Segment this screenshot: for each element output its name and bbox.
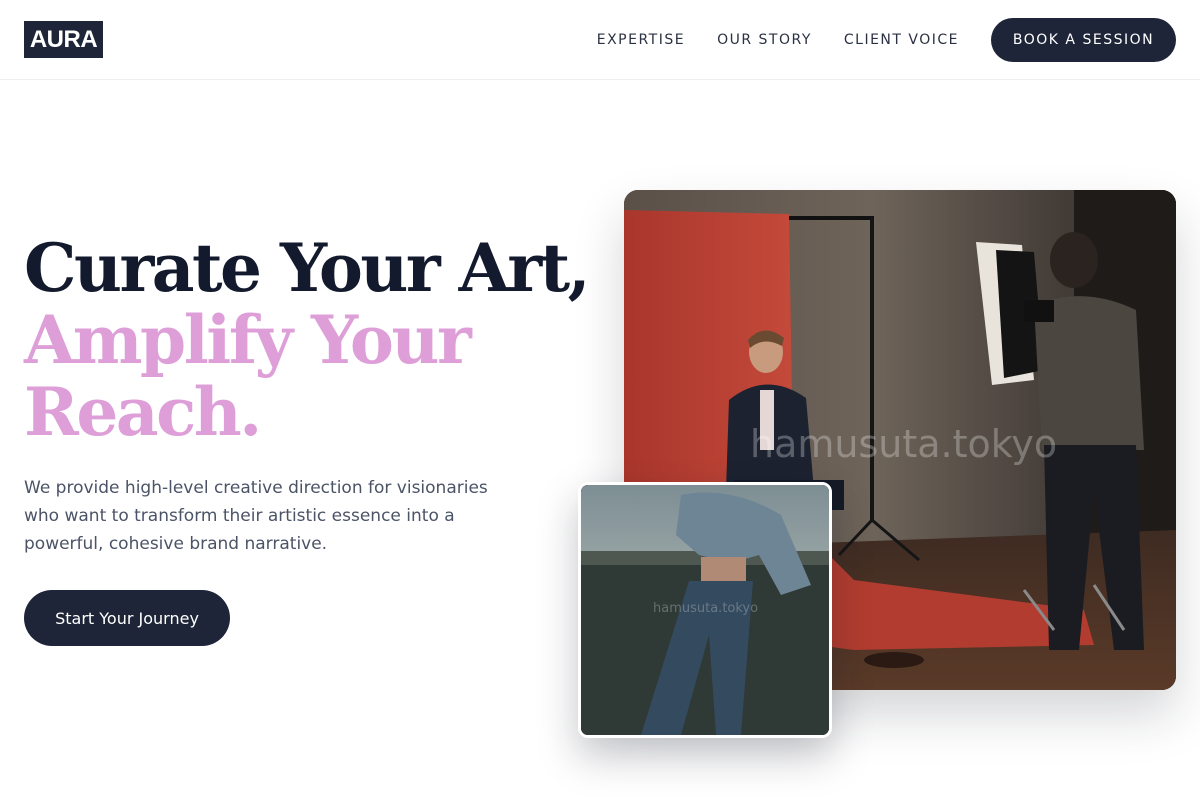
- studio-photo-watermark: hamusuta.tokyo: [750, 422, 1058, 466]
- hero-headline: Curate Your Art, Amplify Your Reach.: [24, 229, 591, 451]
- book-session-button[interactable]: BOOK A SESSION: [991, 18, 1176, 62]
- hero-description: We provide high-level creative direction…: [24, 478, 488, 554]
- nav-link-expertise[interactable]: EXPERTISE: [597, 32, 685, 48]
- headline-line-1: Curate Your Art,: [24, 229, 591, 307]
- nav-link-client-voice[interactable]: CLIENT VOICE: [844, 32, 959, 48]
- denim-photo-watermark: hamusuta.tokyo: [653, 601, 759, 616]
- site-header: AURA EXPERTISE OUR STORY CLIENT VOICE BO…: [0, 0, 1200, 80]
- headline-line-3: Reach.: [24, 373, 262, 451]
- headline-line-2: Amplify Your: [24, 301, 472, 379]
- brand-logo[interactable]: AURA: [24, 21, 103, 58]
- main-nav: EXPERTISE OUR STORY CLIENT VOICE BOOK A …: [597, 18, 1176, 62]
- start-journey-button[interactable]: Start Your Journey: [24, 590, 230, 646]
- nav-link-our-story[interactable]: OUR STORY: [717, 32, 812, 48]
- denim-portrait-photo: hamusuta.tokyo: [578, 482, 832, 738]
